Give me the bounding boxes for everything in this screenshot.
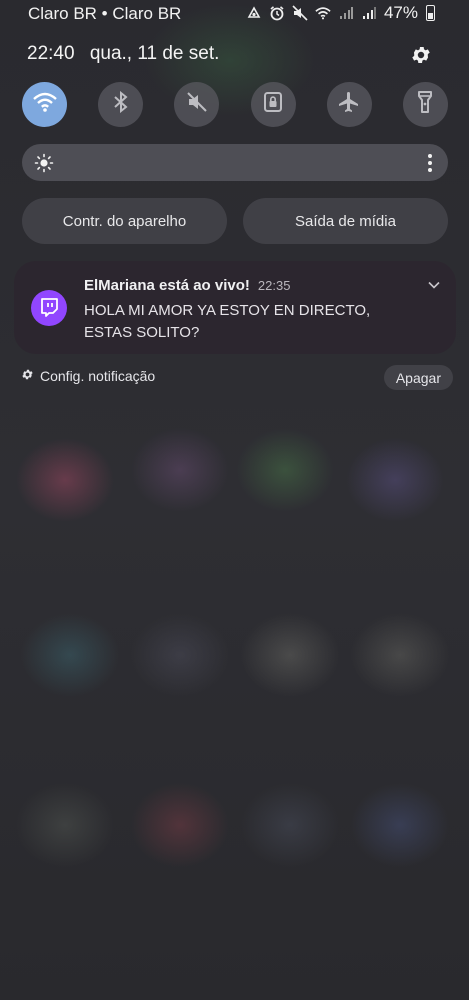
notification-title: ElMariana está ao vivo! 22:35 [84, 277, 290, 294]
wifi-icon [315, 5, 331, 21]
wifi-toggle[interactable] [22, 82, 67, 127]
chevron-down-icon[interactable] [426, 277, 442, 293]
battery-percent: 47% [383, 3, 418, 22]
gear-icon [21, 368, 34, 384]
signal-icon [361, 5, 377, 21]
sound-toggle[interactable] [174, 82, 220, 127]
sound-off-icon [186, 91, 208, 118]
notification-settings-link[interactable]: Config. notificação [21, 368, 155, 384]
vpn-icon [246, 5, 262, 21]
status-bar: Claro BR • Claro BR 47% [0, 0, 469, 28]
airplane-mode-toggle[interactable] [326, 82, 372, 127]
battery-icon [426, 5, 435, 21]
sun-icon [34, 153, 54, 173]
rotation-lock-toggle[interactable] [250, 82, 296, 127]
notification-time: 22:35 [257, 278, 291, 293]
airplane-icon [337, 90, 361, 119]
notification-panel: Claro BR • Claro BR 47% 22:40 qua., 11 d… [0, 0, 469, 1000]
rotation-lock-icon [263, 91, 283, 118]
wifi-icon [32, 91, 57, 118]
carrier-label: Claro BR • Claro BR [28, 4, 182, 23]
clear-button[interactable]: Apagar [383, 365, 453, 390]
device-control-button[interactable]: Contr. do aparelho [22, 198, 227, 244]
gear-icon[interactable] [410, 44, 432, 66]
notification-title-text: ElMariana está ao vivo! [84, 277, 250, 294]
brightness-slider[interactable] [22, 144, 448, 181]
signal-icon [338, 5, 354, 21]
bluetooth-icon [112, 90, 130, 118]
clock-date: 22:40 qua., 11 de set. [27, 43, 219, 65]
notification-body: HOLA MI AMOR YA ESTOY EN DIRECTO, ESTAS … [84, 302, 371, 341]
clock-time: 22:40 [27, 43, 75, 64]
notification-card[interactable]: ElMariana está ao vivo! 22:35 HOLA MI AMO… [14, 261, 456, 354]
mute-icon [292, 5, 308, 21]
bluetooth-toggle[interactable] [98, 82, 144, 127]
flashlight-icon [416, 90, 434, 119]
twitch-icon [31, 290, 67, 326]
more-vertical-icon[interactable] [426, 153, 434, 173]
date-label: qua., 11 de set. [89, 43, 220, 64]
status-icons: 47% [246, 3, 435, 23]
flashlight-toggle[interactable] [402, 82, 448, 127]
media-output-button[interactable]: Saída de mídia [243, 198, 448, 244]
alarm-icon [269, 5, 285, 21]
quick-settings-toggles [22, 82, 448, 127]
notification-settings-label: Config. notificação [40, 368, 156, 384]
